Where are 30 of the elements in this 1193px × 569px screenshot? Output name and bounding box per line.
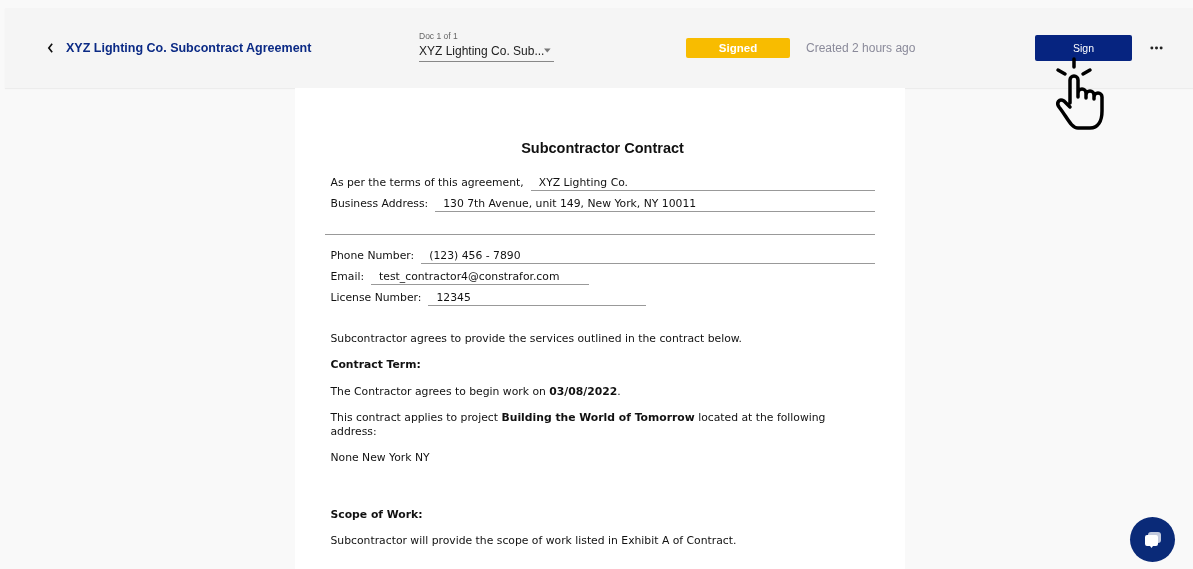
filled-line: 130 7th Avenue, unit 149, New York, NY 10011 [435,197,875,212]
filled-line: 12345 [428,291,647,306]
filled-line: test_contractor4@constrafor.com [371,270,590,285]
document-title: XYZ Lighting Co. Subcontract Agreement [66,41,312,55]
section-heading: Contract Term: [330,358,422,372]
caret-icon [544,48,551,53]
document-heading: Subcontractor Contract [520,140,685,156]
document-dropdown[interactable]: XYZ Lighting Co. Sub... [419,43,554,62]
sign-button[interactable]: Sign [1035,35,1132,61]
section-heading: Scope of Work: [330,507,424,522]
paragraph: This contract applies to project Building the World of Tomorrow located at the following address: [330,411,827,439]
field-label: License Number: [330,291,422,306]
field-label: Email: [330,270,365,285]
paragraph: Subcontractor will provide the scope of work listed in Exhibit A of Contract. [330,534,738,548]
created-time: Created 2 hours ago [806,41,916,55]
paragraph: The Contractor agrees to begin work on 03/08/2022. [330,384,622,399]
status-badge: Signed [686,38,790,58]
filled-line: (123) 456 - 7890 [421,249,875,264]
more-icon[interactable] [1150,46,1163,50]
paragraph: Subcontractor agrees to provide the services outlined in the contract below. [330,332,744,346]
field-label: Phone Number: [330,249,415,264]
back-icon[interactable] [47,43,54,53]
paragraph: None New York NY [330,451,431,465]
chat-button[interactable] [1130,517,1175,562]
chat-bubble-icon [1142,529,1163,550]
filled-line: XYZ Lighting Co. [530,176,875,191]
doc-counter: Doc 1 of 1 [419,30,459,41]
field-label: Business Address: [330,197,429,212]
field-label: As per the terms of this agreement, [330,176,524,191]
hand-pointer-icon [1053,57,1107,131]
